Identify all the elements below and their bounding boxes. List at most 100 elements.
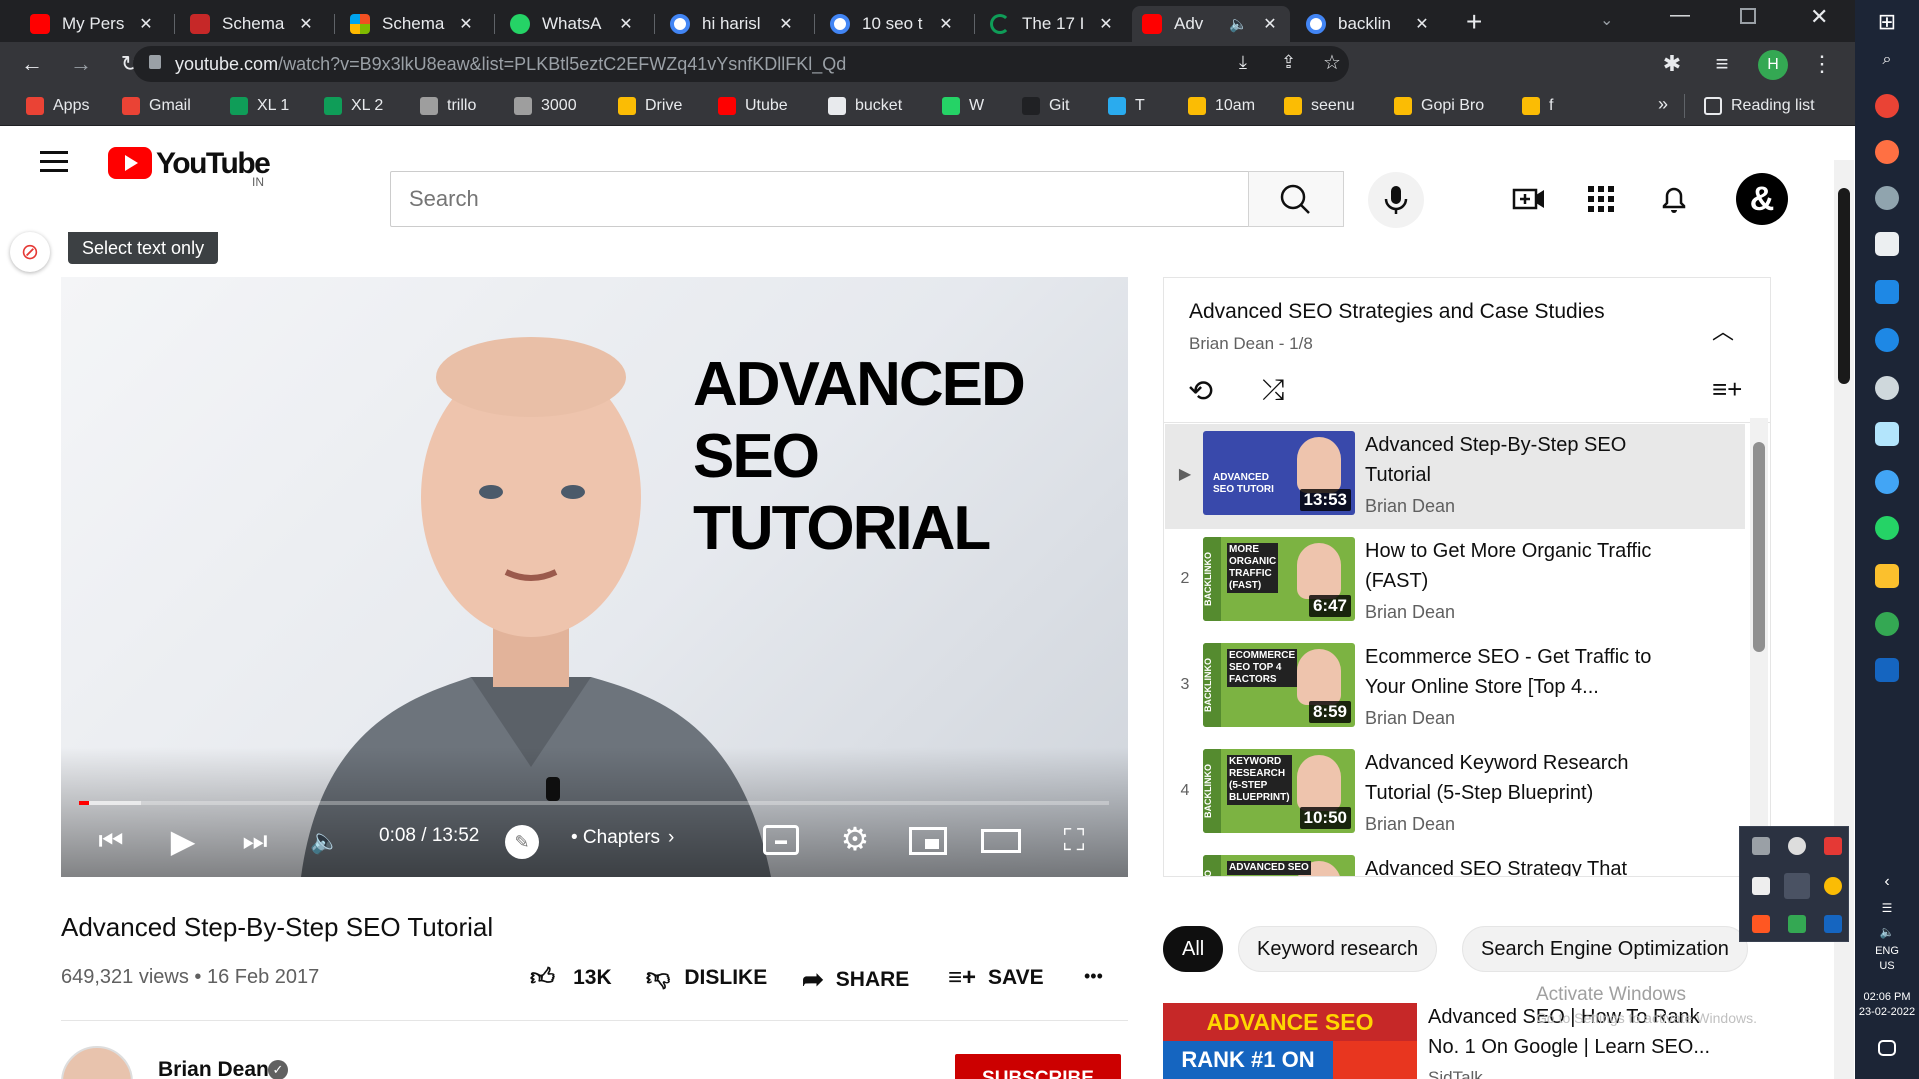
save-button[interactable]: ≡+ SAVE [948, 964, 1044, 992]
window-close-button[interactable]: ✕ [1810, 4, 1828, 30]
language-indicator[interactable]: ENG US [1855, 944, 1919, 974]
bookmark-gmail[interactable]: Gmail [122, 94, 191, 118]
close-icon[interactable]: ✕ [776, 14, 796, 34]
notifications-bell-icon[interactable] [1658, 182, 1690, 216]
tray-app-icon[interactable] [1788, 837, 1806, 855]
tray-app-icon[interactable] [1784, 873, 1810, 899]
subtitles-icon[interactable]: ▬ [763, 825, 799, 855]
close-icon[interactable]: ✕ [296, 14, 316, 34]
address-bar[interactable]: youtube.com/watch?v=B9x3lkU8eaw&list=PLK… [133, 46, 1349, 82]
close-icon[interactable]: ✕ [1096, 14, 1116, 34]
like-button[interactable]: 👍︎ 13K [530, 964, 612, 992]
voice-search-button[interactable] [1368, 172, 1424, 228]
close-icon[interactable]: ✕ [616, 14, 636, 34]
no-select-icon[interactable]: ⊘ [10, 232, 50, 272]
app-icon[interactable] [1875, 186, 1899, 210]
bookmark-f[interactable]: f [1522, 94, 1553, 118]
playlist-thumbnail[interactable]: BACKLINKO MORE ORGANIC TRAFFIC (FAST) 6:47 [1203, 537, 1355, 621]
firefox-icon[interactable] [1875, 140, 1899, 164]
playlist-title[interactable]: Advanced SEO Strategies and Case Studies [1189, 300, 1605, 324]
search-button[interactable] [1248, 171, 1344, 227]
file-explorer-icon[interactable] [1875, 564, 1899, 588]
search-input[interactable] [391, 172, 1248, 226]
tab-4[interactable]: WhatsA ✕ [500, 6, 646, 42]
autoplay-icon[interactable]: ✎ [505, 825, 539, 859]
tray-app-icon[interactable] [1752, 915, 1770, 933]
tab-1[interactable]: My Pers ✕ [20, 6, 166, 42]
tray-app-icon[interactable] [1824, 837, 1842, 855]
chapters-button[interactable]: • Chapters › [571, 827, 674, 849]
profile-avatar[interactable]: H [1758, 50, 1788, 80]
extensions-icon[interactable]: ✱ [1656, 48, 1688, 80]
search-icon[interactable]: ⌕ [1875, 48, 1899, 72]
playlist-item[interactable]: ▶ ADVANCED SEO TUTORI 13:53 Advanced Step-By… [1165, 424, 1745, 529]
previous-icon[interactable]: ⏮ [91, 821, 131, 861]
progress-bar[interactable] [79, 801, 1109, 805]
star-icon[interactable]: ☆ [1323, 50, 1341, 75]
word-icon[interactable] [1875, 658, 1899, 682]
bookmark-3000[interactable]: 3000 [514, 94, 577, 118]
playlist-item[interactable]: 4 BACKLINKO KEYWORD RESEARCH (5-STEP BLUEPRIN… [1165, 742, 1745, 847]
install-icon[interactable]: ⤓ [1239, 52, 1247, 73]
vscode-icon[interactable] [1875, 280, 1899, 304]
media-control-icon[interactable]: ≡ [1706, 48, 1738, 80]
bookmark-bucket[interactable]: bucket [828, 94, 902, 118]
minimize-button[interactable]: — [1670, 4, 1690, 27]
tray-app-icon[interactable] [1824, 915, 1842, 933]
play-icon[interactable]: ▶ [163, 821, 203, 861]
bookmark-xl-2[interactable]: XL 2 [324, 94, 383, 118]
tray-app-icon[interactable] [1788, 915, 1806, 933]
channel-name[interactable]: Brian Dean [158, 1058, 269, 1079]
app-icon[interactable] [1875, 232, 1899, 256]
tab-6[interactable]: 10 seo t ✕ [820, 6, 966, 42]
close-icon[interactable]: ✕ [456, 14, 476, 34]
notification-center-icon[interactable] [1878, 1040, 1896, 1056]
account-avatar[interactable]: & [1736, 173, 1788, 225]
playlist-item[interactable]: 3 BACKLINKO ECOMMERCE SEO TOP 4 FACTORS 8:59 E… [1165, 636, 1745, 741]
youtube-logo-icon[interactable] [108, 147, 152, 179]
forward-button[interactable]: → [65, 48, 97, 80]
tab-9[interactable]: backlin ✕ [1296, 6, 1442, 42]
fullscreen-icon[interactable]: ⛶ [1057, 824, 1091, 857]
shuffle-icon[interactable]: ⤮ [1262, 374, 1284, 407]
playlist-add-icon[interactable]: ≡+ [1712, 374, 1742, 405]
tray-app-icon[interactable] [1752, 837, 1770, 855]
tab-5[interactable]: hi harisl ✕ [660, 6, 806, 42]
bookmark-seenu[interactable]: seenu [1284, 94, 1355, 118]
tab-2[interactable]: Schema ✕ [180, 6, 326, 42]
bookmark-trillo[interactable]: trillo [420, 94, 476, 118]
filter-chip[interactable]: Search Engine Optimization [1462, 926, 1748, 972]
playlist-item[interactable]: BACKLINKO ADVANCED SEO Advanced SEO Strate… [1165, 848, 1745, 876]
new-tab-button[interactable]: + [1466, 8, 1482, 36]
volume-icon[interactable]: 🔈 [305, 821, 345, 861]
bookmark-git[interactable]: Git [1022, 94, 1069, 118]
back-button[interactable]: ← [16, 48, 48, 80]
bookmark-apps[interactable]: Apps [26, 94, 89, 118]
collapse-chevron-icon[interactable]: ︿ [1712, 314, 1734, 346]
playlist-thumbnail[interactable]: BACKLINKO KEYWORD RESEARCH (5-STEP BLUEPRINT… [1203, 749, 1355, 833]
bookmark-utube[interactable]: Utube [718, 94, 788, 118]
dislike-button[interactable]: 👎︎ DISLIKE [646, 964, 767, 992]
windows-start-icon[interactable]: ⊞ [1875, 9, 1899, 34]
playlist-scrollbar[interactable] [1750, 418, 1768, 876]
tab-search-icon[interactable]: ⌄ [1600, 10, 1613, 30]
playlist-thumbnail[interactable]: BACKLINKO ADVANCED SEO [1203, 855, 1355, 876]
chrome-profile-icon[interactable] [1875, 612, 1899, 636]
bookmarks-overflow-button[interactable]: » [1658, 94, 1668, 115]
tray-expand-icon[interactable]: ‹ [1875, 870, 1899, 894]
recommended-thumbnail[interactable]: ADVANCE SEO RANK #1 ON [1163, 1003, 1417, 1079]
video-player[interactable]: ADVANCED SEO TUTORIAL ⏮ ▶ ⏭ 🔈 0:08 / 13:… [61, 277, 1128, 877]
scrollbar-thumb[interactable] [1753, 442, 1765, 652]
bookmark-xl-1[interactable]: XL 1 [230, 94, 289, 118]
volume-icon[interactable]: 🔈 [1875, 920, 1899, 944]
close-icon[interactable]: ✕ [1412, 14, 1432, 34]
bookmark-drive[interactable]: Drive [618, 94, 682, 118]
bookmark-w[interactable]: W [942, 94, 984, 118]
subscribe-button[interactable]: SUBSCRIBE [955, 1054, 1121, 1079]
playlist-item[interactable]: 2 BACKLINKO MORE ORGANIC TRAFFIC (FAST) 6:47 Ho… [1165, 530, 1745, 635]
app-icon[interactable] [1875, 376, 1899, 400]
channel-avatar[interactable] [61, 1046, 133, 1079]
bookmark-gopi-bro[interactable]: Gopi Bro [1394, 94, 1484, 118]
safari-icon[interactable] [1875, 470, 1899, 494]
menu-kebab-icon[interactable]: ⋮ [1806, 48, 1838, 80]
